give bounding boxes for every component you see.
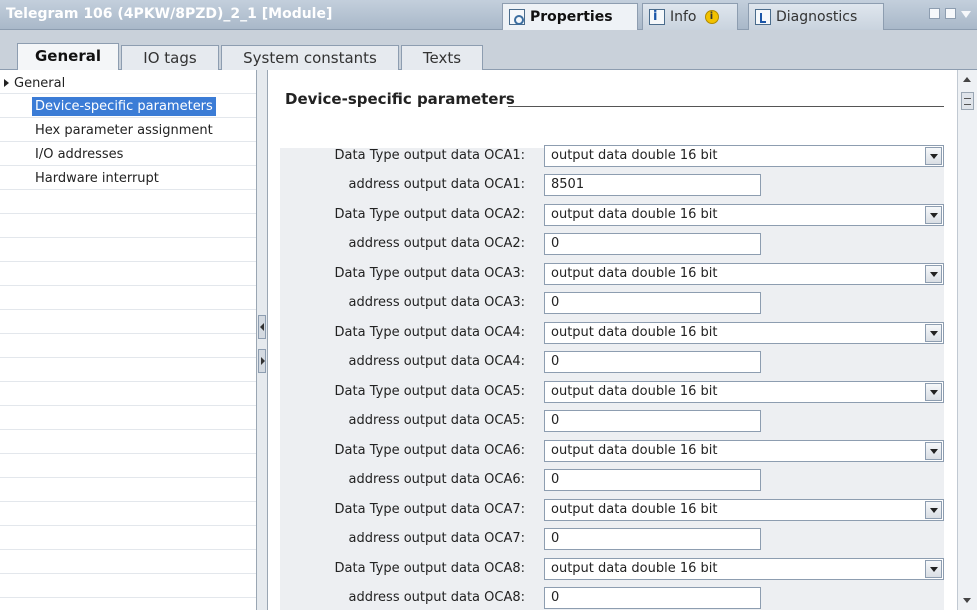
dropdown-arrow-icon[interactable] [925, 383, 942, 401]
scroll-thumb[interactable] [961, 92, 974, 110]
tab-diagnostics[interactable]: Diagnostics [748, 3, 884, 30]
dropdown-arrow-icon[interactable] [925, 324, 942, 342]
panel-splitter[interactable] [256, 70, 268, 610]
expand-right-icon[interactable] [258, 349, 266, 373]
parameters-panel: Data Type output data OCA1: output data … [280, 145, 944, 610]
tab-io-tags[interactable]: IO tags [121, 45, 219, 70]
data-type-oca4-select[interactable]: output data double 16 bit [544, 322, 944, 344]
address-oca5-input[interactable]: 0 [544, 410, 761, 432]
section-title: Device-specific parameters [285, 90, 515, 108]
window-menu-dropdown-icon[interactable] [961, 11, 971, 18]
param-type-label: Data Type output data OCA2: [334, 207, 525, 222]
address-oca8-input[interactable]: 0 [544, 587, 761, 609]
tab-diagnostics-label: Diagnostics [776, 9, 858, 25]
address-oca6-input[interactable]: 0 [544, 469, 761, 491]
data-type-oca3-select[interactable]: output data double 16 bit [544, 263, 944, 285]
param-address-label: address output data OCA6: [348, 472, 525, 487]
param-type-label: Data Type output data OCA7: [334, 502, 525, 517]
param-type-label: Data Type output data OCA6: [334, 443, 525, 458]
collapse-left-icon[interactable] [258, 315, 266, 339]
nav-item-io-addresses[interactable]: I/O addresses [35, 145, 123, 165]
vertical-scrollbar[interactable] [957, 70, 977, 610]
param-type-label: Data Type output data OCA3: [334, 266, 525, 281]
address-oca1-input[interactable]: 8501 [544, 174, 761, 196]
address-oca4-input[interactable]: 0 [544, 351, 761, 373]
scroll-up-icon[interactable] [961, 74, 974, 87]
scroll-down-icon[interactable] [961, 594, 974, 607]
param-type-label: Data Type output data OCA5: [334, 384, 525, 399]
dropdown-arrow-icon[interactable] [925, 560, 942, 578]
data-type-oca5-select[interactable]: output data double 16 bit [544, 381, 944, 403]
tab-info-label: Info [670, 9, 697, 25]
info-badge-icon: i [704, 10, 719, 24]
property-tabs-bar: General IO tags System constants Texts [0, 30, 977, 71]
data-type-oca7-select[interactable]: output data double 16 bit [544, 499, 944, 521]
param-type-label: Data Type output data OCA4: [334, 325, 525, 340]
inspector-title-bar: Telegram 106 (4PKW/8PZD)_2_1 [Module] Pr… [0, 0, 977, 30]
param-address-label: address output data OCA4: [348, 354, 525, 369]
param-address-label: address output data OCA3: [348, 295, 525, 310]
address-oca7-input[interactable]: 0 [544, 528, 761, 550]
param-type-label: Data Type output data OCA1: [334, 148, 525, 163]
section-divider [508, 106, 944, 107]
dropdown-arrow-icon[interactable] [925, 265, 942, 283]
dropdown-arrow-icon[interactable] [925, 442, 942, 460]
tab-general[interactable]: General [17, 43, 119, 71]
param-address-label: address output data OCA1: [348, 177, 525, 192]
tab-texts[interactable]: Texts [401, 45, 483, 70]
nav-item-general[interactable]: General [0, 74, 65, 94]
window-title: Telegram 106 (4PKW/8PZD)_2_1 [Module] [6, 6, 333, 22]
parameters-content: Device-specific parameters Data Type out… [268, 70, 957, 610]
float-window-icon[interactable] [929, 8, 940, 19]
tab-properties[interactable]: Properties [502, 3, 638, 30]
dropdown-arrow-icon[interactable] [925, 147, 942, 165]
param-address-label: address output data OCA8: [348, 590, 525, 605]
parameter-navigation-tree: General Device-specific parameters Hex p… [0, 70, 256, 610]
data-type-oca8-select[interactable]: output data double 16 bit [544, 558, 944, 580]
address-oca2-input[interactable]: 0 [544, 233, 761, 255]
info-icon [649, 9, 665, 25]
tab-properties-label: Properties [530, 9, 613, 25]
param-address-label: address output data OCA7: [348, 531, 525, 546]
tab-system-constants[interactable]: System constants [221, 45, 399, 70]
properties-icon [509, 9, 525, 25]
maximize-window-icon[interactable] [945, 8, 956, 19]
param-address-label: address output data OCA5: [348, 413, 525, 428]
diagnostics-icon [755, 9, 771, 25]
nav-item-device-specific-parameters[interactable]: Device-specific parameters [32, 97, 216, 117]
data-type-oca1-select[interactable]: output data double 16 bit [544, 145, 944, 167]
nav-item-hardware-interrupt[interactable]: Hardware interrupt [35, 169, 159, 189]
expand-arrow-icon[interactable] [4, 79, 9, 87]
param-address-label: address output data OCA2: [348, 236, 525, 251]
dropdown-arrow-icon[interactable] [925, 501, 942, 519]
data-type-oca6-select[interactable]: output data double 16 bit [544, 440, 944, 462]
data-type-oca2-select[interactable]: output data double 16 bit [544, 204, 944, 226]
nav-item-hex-parameter-assignment[interactable]: Hex parameter assignment [35, 121, 213, 141]
dropdown-arrow-icon[interactable] [925, 206, 942, 224]
param-type-label: Data Type output data OCA8: [334, 561, 525, 576]
window-controls [929, 8, 971, 19]
tab-info[interactable]: Info i [642, 3, 738, 30]
address-oca3-input[interactable]: 0 [544, 292, 761, 314]
